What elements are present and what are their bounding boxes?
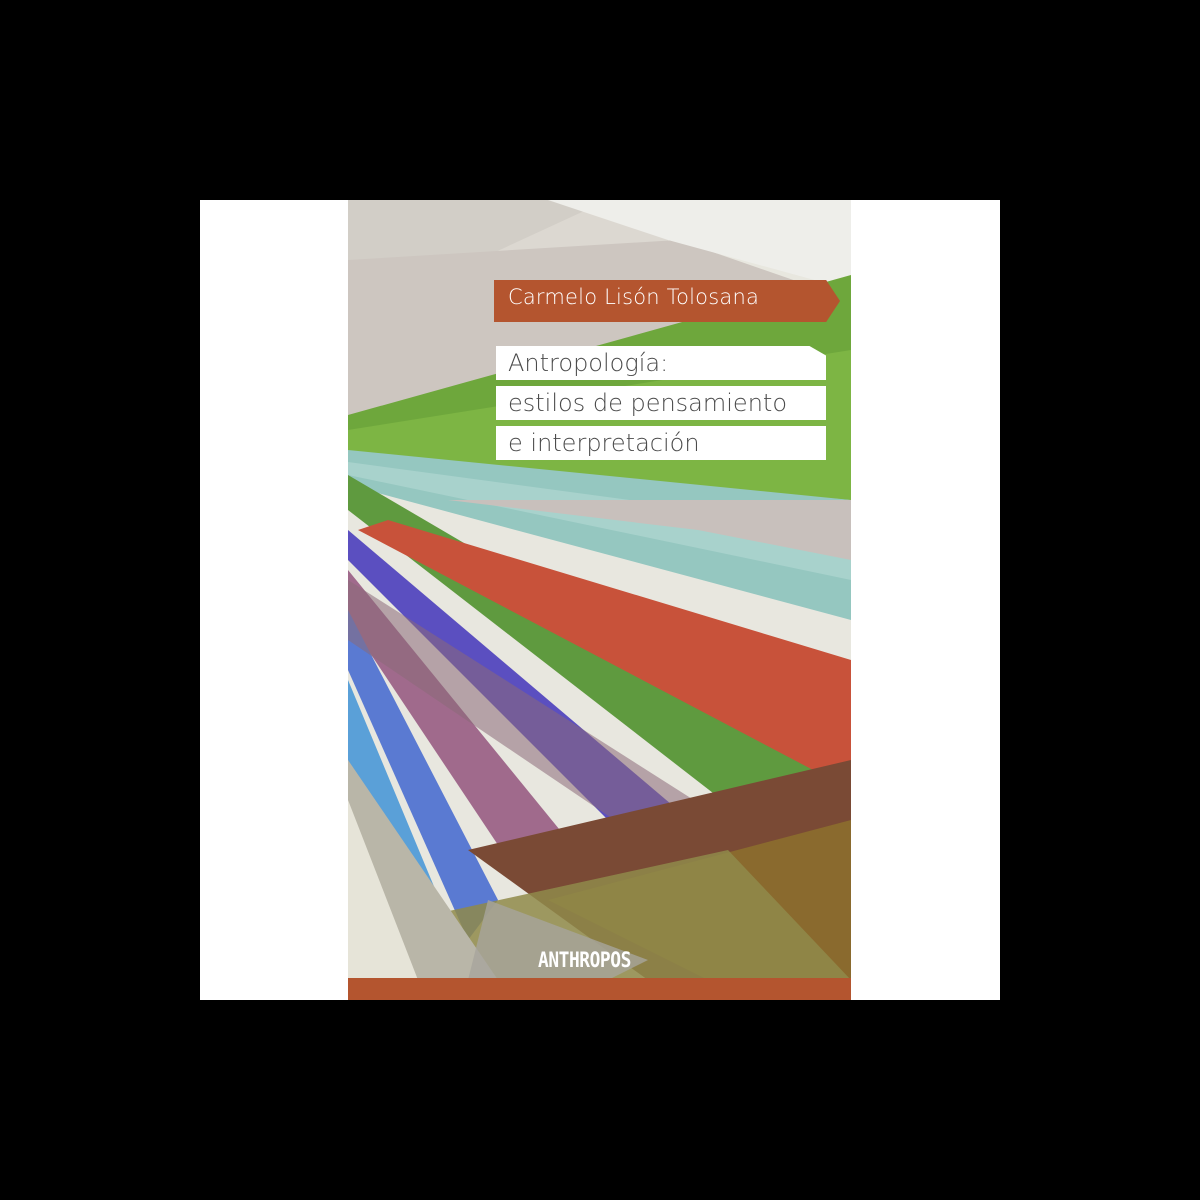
title-line-3: e interpretación xyxy=(496,426,826,460)
bottom-band xyxy=(348,978,851,1000)
image-stage: Carmelo Lisón Tolosana Antropología: est… xyxy=(0,0,1200,1200)
title-line-1: Antropología: xyxy=(496,346,826,380)
book-cover: Carmelo Lisón Tolosana Antropología: est… xyxy=(348,200,851,1000)
publisher-logo-text: ANTHROPOS xyxy=(538,948,631,972)
title-line-2: estilos de pensamiento xyxy=(496,386,826,420)
author-name: Carmelo Lisón Tolosana xyxy=(508,285,760,309)
